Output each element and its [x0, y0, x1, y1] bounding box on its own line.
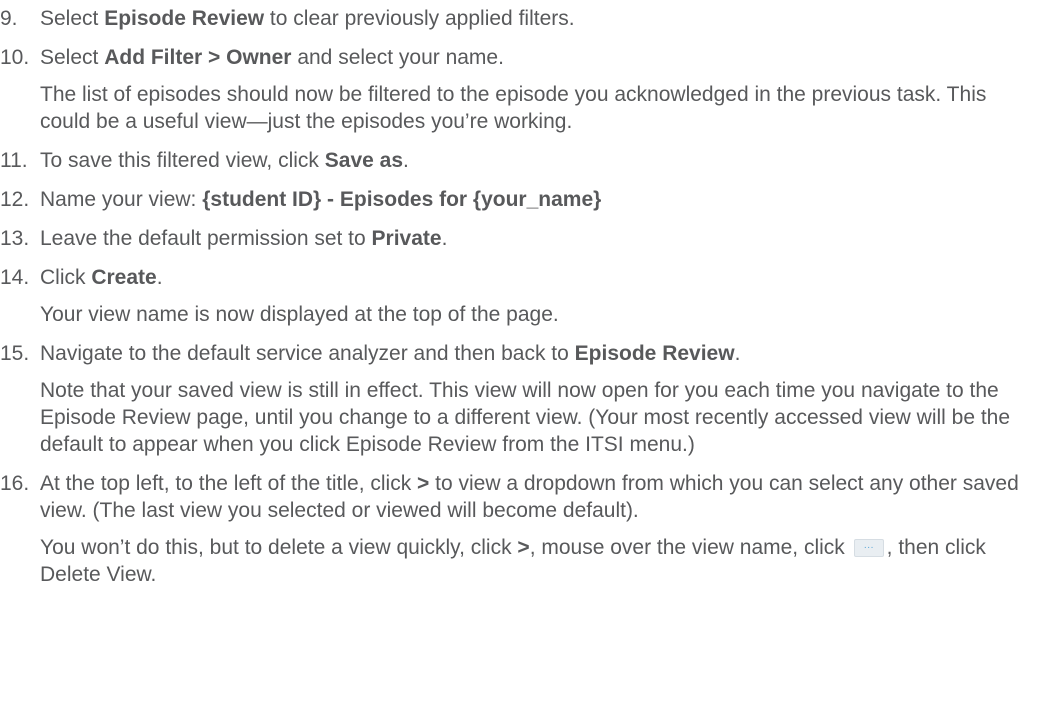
step-text: Select — [40, 46, 105, 69]
step-16-note: You won’t do this, but to delete a view … — [0, 534, 1059, 588]
ui-term: Add Filter > Owner — [104, 46, 292, 69]
step-text: At the top left, to the left of the titl… — [40, 472, 418, 495]
step-text: . — [734, 342, 741, 365]
step-number: 12. — [0, 188, 30, 211]
step-number: 11. — [0, 149, 28, 172]
step-11: 11. To save this filtered view, click Sa… — [0, 147, 1059, 174]
step-number: 15. — [0, 342, 30, 365]
step-12: 12. Name your view: {student ID} - Episo… — [0, 186, 1059, 213]
step-text: . — [403, 149, 409, 172]
step-text: Click — [40, 266, 92, 289]
step-16: 16. At the top left, to the left of the … — [0, 470, 1059, 524]
step-text: Select — [40, 7, 105, 30]
view-name-template: {student ID} - Episodes for {your_name} — [202, 188, 602, 211]
note-text: , mouse over the view name, click — [529, 536, 851, 559]
step-number: 9. — [0, 7, 18, 30]
step-text: and select your name. — [291, 46, 504, 69]
step-15: 15. Navigate to the default service anal… — [0, 340, 1059, 367]
step-9: 9. Select Episode Review to clear previo… — [0, 5, 1059, 32]
step-text: Navigate to the default service analyzer… — [40, 342, 575, 365]
step-text: Name your view: — [40, 188, 203, 211]
step-number: 10. — [0, 46, 30, 69]
ui-term: > — [517, 536, 530, 559]
step-14: 14. Click Create. — [0, 264, 1059, 291]
ui-term: Create — [91, 266, 157, 289]
step-14-note: Your view name is now displayed at the t… — [40, 303, 559, 326]
step-10-note: The list of episodes should now be filte… — [40, 83, 987, 133]
ui-term: Save as — [324, 149, 404, 172]
step-number: 16. — [0, 472, 30, 495]
step-10: 10. Select Add Filter > Owner and select… — [0, 44, 1059, 71]
step-number: 14. — [0, 266, 30, 289]
step-text: Leave the default permission set to — [40, 227, 372, 250]
step-text: To save this filtered view, click — [40, 149, 325, 172]
ui-term: Episode Review — [574, 342, 735, 365]
step-text: . — [441, 227, 448, 250]
document-page: 9. Select Episode Review to clear previo… — [0, 0, 1059, 702]
step-number: 13. — [0, 227, 30, 250]
step-13: 13. Leave the default permission set to … — [0, 225, 1059, 252]
ellipsis-glyph: ··· — [863, 542, 874, 553]
note-text: You won’t do this, but to delete a view … — [40, 536, 518, 559]
step-text: to clear previously applied filters. — [264, 7, 575, 30]
step-text: . — [156, 266, 163, 289]
ellipsis-menu-icon: ··· — [853, 539, 884, 557]
ui-term: > — [417, 472, 430, 495]
step-15-note: Note that your saved view is still in ef… — [40, 379, 1011, 456]
ui-term: Private — [371, 227, 442, 250]
ui-term: Episode Review — [104, 7, 265, 30]
